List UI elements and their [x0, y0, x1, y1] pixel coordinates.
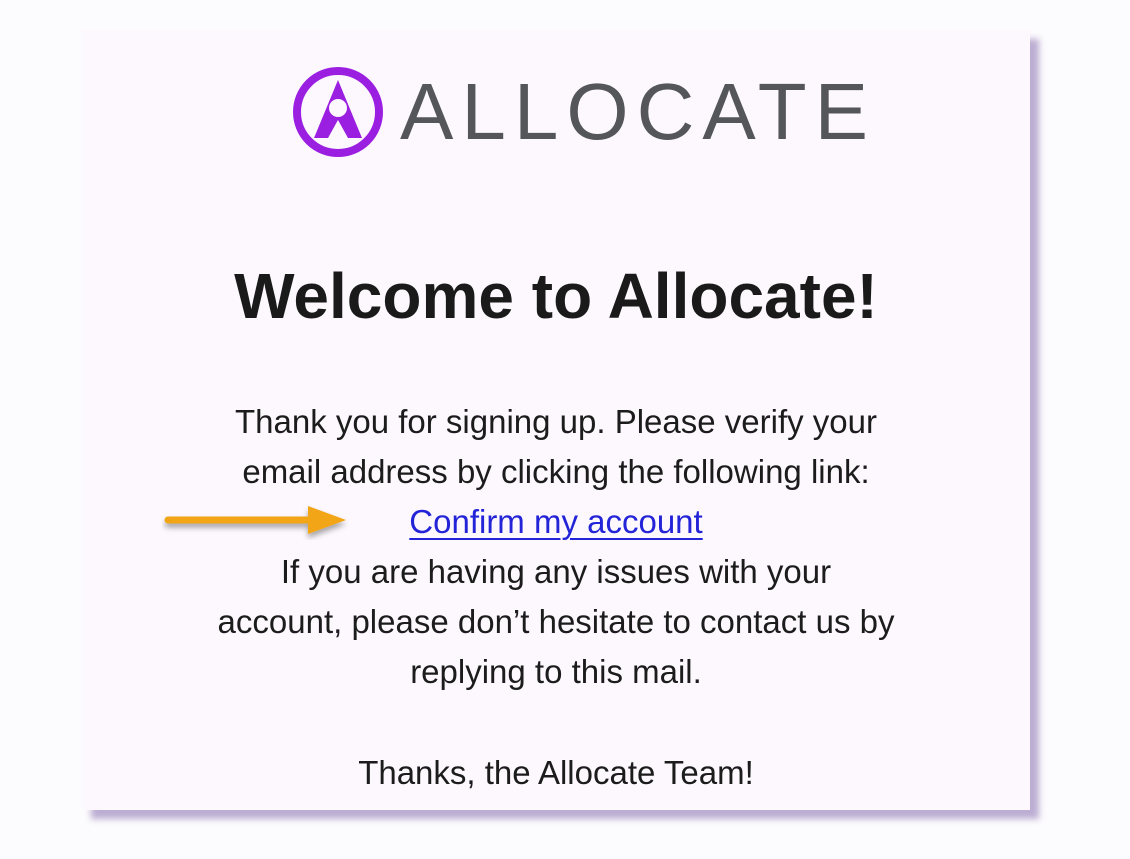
- confirm-account-link[interactable]: Confirm my account: [409, 503, 702, 540]
- issues-text: If you are having any issues with your a…: [82, 547, 1030, 697]
- link-row: Confirm my account: [82, 497, 1030, 547]
- intro-line: Thank you for signing up. Please verify …: [234, 403, 877, 440]
- issues-line: account, please don’t hesitate to contac…: [217, 603, 895, 640]
- signoff-text: Thanks, the Allocate Team!: [358, 754, 754, 791]
- intro-line: email address by clicking the following …: [242, 453, 870, 490]
- welcome-heading: Welcome to Allocate!: [234, 260, 878, 332]
- allocate-logo: ALLOCATE: [82, 66, 1030, 157]
- intro-text: Thank you for signing up. Please verify …: [82, 397, 1030, 497]
- allocate-logo-icon: [293, 67, 383, 157]
- issues-line: If you are having any issues with your: [280, 553, 832, 590]
- email-card: ALLOCATE Welcome to Allocate! Thank you …: [82, 30, 1030, 810]
- issues-line: replying to this mail.: [410, 653, 702, 690]
- logo-wordmark: ALLOCATE: [400, 67, 876, 156]
